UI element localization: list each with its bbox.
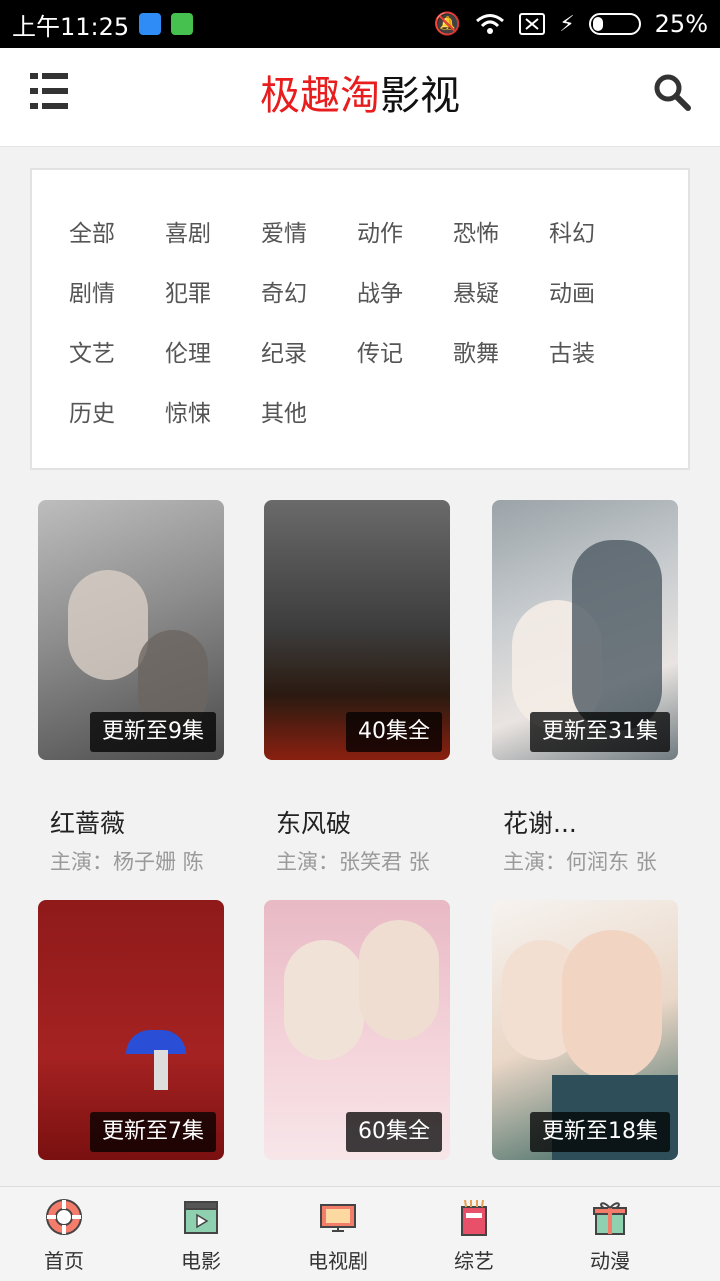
episode-badge: 更新至31集 bbox=[530, 712, 670, 752]
sim-card-icon bbox=[171, 13, 194, 35]
battery-percent: 25% bbox=[654, 10, 708, 38]
search-icon[interactable] bbox=[652, 72, 692, 112]
category-item[interactable]: 爱情 bbox=[261, 214, 351, 254]
category-item[interactable]: 历史 bbox=[69, 394, 159, 434]
nav-label: 电影 bbox=[181, 1249, 221, 1273]
category-item[interactable]: 科幻 bbox=[549, 214, 639, 254]
nav-home[interactable]: 首页 bbox=[14, 1197, 114, 1277]
category-item[interactable]: 战争 bbox=[357, 274, 447, 314]
no-sim-icon bbox=[519, 13, 546, 35]
home-lifebuoy-icon bbox=[46, 1199, 82, 1235]
show-poster[interactable]: 更新至18集 bbox=[492, 900, 678, 1160]
category-item[interactable]: 悬疑 bbox=[453, 274, 543, 314]
app-title-black: 影视 bbox=[380, 73, 460, 119]
nav-tv[interactable]: 电视剧 bbox=[288, 1197, 388, 1277]
variety-box-icon bbox=[461, 1199, 487, 1236]
category-item[interactable]: 伦理 bbox=[165, 334, 255, 374]
show-poster[interactable]: 40集全 bbox=[264, 500, 450, 760]
episode-badge: 60集全 bbox=[346, 1112, 442, 1152]
category-item[interactable]: 喜剧 bbox=[165, 214, 255, 254]
nav-label: 综艺 bbox=[454, 1249, 494, 1273]
category-item[interactable]: 恐怖 bbox=[453, 214, 543, 254]
category-item[interactable]: 动作 bbox=[357, 214, 447, 254]
battery-icon bbox=[588, 13, 641, 35]
category-item[interactable]: 犯罪 bbox=[165, 274, 255, 314]
nav-label: 电视剧 bbox=[308, 1249, 368, 1273]
show-title[interactable]: 花谢... bbox=[503, 804, 683, 840]
episode-badge: 40集全 bbox=[346, 712, 442, 752]
show-cast: 主演：张笑君 张 bbox=[276, 850, 430, 874]
category-item[interactable]: 奇幻 bbox=[261, 274, 351, 314]
nav-label: 动漫 bbox=[590, 1249, 630, 1273]
shield-icon bbox=[139, 13, 162, 35]
episode-badge: 更新至18集 bbox=[530, 1112, 670, 1152]
category-item[interactable]: 剧情 bbox=[69, 274, 159, 314]
show-poster[interactable]: 更新至31集 bbox=[492, 500, 678, 760]
show-cast: 主演：杨子姗 陈 bbox=[50, 850, 204, 874]
charging-bolt-icon: ⚡ bbox=[559, 11, 575, 37]
app-title-red: 极趣淘 bbox=[260, 73, 380, 119]
nav-anime[interactable]: 动漫 bbox=[560, 1197, 660, 1277]
app-title: 极趣淘影视 bbox=[0, 70, 720, 122]
category-item[interactable]: 动画 bbox=[549, 274, 639, 314]
nav-label: 首页 bbox=[44, 1249, 84, 1273]
clapperboard-icon bbox=[184, 1201, 218, 1234]
show-poster[interactable]: 60集全 bbox=[264, 900, 450, 1160]
status-time: 上午11:25 bbox=[12, 12, 130, 41]
episode-badge: 更新至7集 bbox=[90, 1112, 216, 1152]
category-item[interactable]: 纪录 bbox=[261, 334, 351, 374]
episode-badge: 更新至9集 bbox=[90, 712, 216, 752]
category-item[interactable]: 文艺 bbox=[69, 334, 159, 374]
category-item[interactable]: 古装 bbox=[549, 334, 639, 374]
bottom-nav: 首页 电影 电视剧 综艺 动漫 bbox=[0, 1186, 720, 1281]
show-poster[interactable]: 更新至9集 bbox=[38, 500, 224, 760]
category-item[interactable]: 传记 bbox=[357, 334, 447, 374]
tv-icon bbox=[320, 1204, 356, 1232]
show-title[interactable]: 红蔷薇 bbox=[50, 804, 230, 840]
show-poster[interactable]: 更新至7集 bbox=[38, 900, 224, 1160]
category-item[interactable]: 歌舞 bbox=[453, 334, 543, 374]
app-header: 极趣淘影视 bbox=[0, 48, 720, 147]
category-item[interactable]: 全部 bbox=[69, 214, 159, 254]
status-bar: 上午11:25 🔕 ⚡ 25% bbox=[0, 0, 720, 48]
category-item[interactable]: 其他 bbox=[261, 394, 351, 434]
wifi-icon bbox=[476, 14, 505, 34]
show-title[interactable]: 东风破 bbox=[276, 804, 456, 840]
nav-movies[interactable]: 电影 bbox=[151, 1197, 251, 1277]
category-item[interactable]: 惊悚 bbox=[165, 394, 255, 434]
category-panel: 全部 喜剧 爱情 动作 恐怖 科幻 剧情 犯罪 奇幻 战争 悬疑 动画 文艺 伦… bbox=[30, 168, 690, 470]
bell-muted-icon: 🔕 bbox=[433, 11, 462, 37]
gift-icon bbox=[593, 1202, 627, 1235]
show-cast: 主演：何润东 张 bbox=[503, 850, 657, 874]
nav-variety[interactable]: 综艺 bbox=[424, 1197, 524, 1277]
